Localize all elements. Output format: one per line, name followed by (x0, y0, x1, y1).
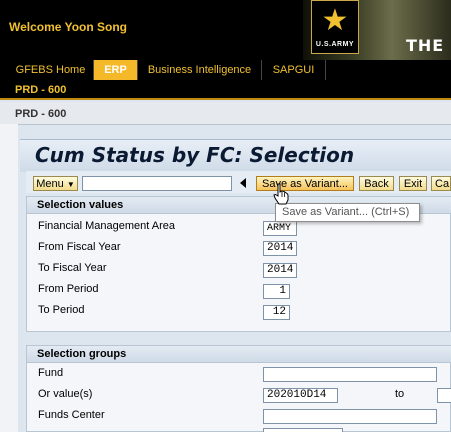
to-period-label: To Period (38, 304, 85, 316)
selection-groups-heading: Selection groups (27, 346, 451, 363)
cancel-button[interactable]: Ca (431, 176, 451, 191)
arrow-left-icon[interactable] (240, 178, 246, 188)
sub-nav (0, 80, 451, 100)
banner-text: THE (406, 36, 445, 55)
tab-sapgui[interactable]: SAPGUI (262, 60, 326, 80)
command-field[interactable] (82, 176, 232, 191)
back-button[interactable]: Back (359, 176, 394, 191)
or-values-label: Or value(s) (38, 388, 93, 400)
save-as-variant-button[interactable]: Save as Variant... (256, 176, 354, 191)
from-fiscal-year-input[interactable]: 2014 (263, 241, 297, 256)
from-fiscal-year-label: From Fiscal Year (38, 241, 121, 253)
page-strip-label: PRD - 600 (15, 108, 67, 120)
or-values-to-input[interactable] (437, 388, 451, 403)
to-fiscal-year-label: To Fiscal Year (38, 262, 107, 274)
or-values-input[interactable]: 202010D14 (263, 388, 338, 403)
welcome-text: Welcome Yoon Song (9, 20, 128, 34)
left-rail (0, 124, 18, 432)
fm-area-input[interactable]: ARMY (263, 221, 297, 236)
chevron-down-icon: ▼ (66, 180, 75, 189)
exit-button[interactable]: Exit (399, 176, 427, 191)
fund-input[interactable] (263, 367, 437, 382)
tooltip-text: Save as Variant... (Ctrl+S) (282, 206, 410, 218)
funds-center-label: Funds Center (38, 409, 105, 421)
to-period-input[interactable]: 12 (263, 305, 290, 320)
tab-erp[interactable]: ERP (94, 60, 138, 80)
menu-button[interactable]: Menu ▼ (33, 176, 78, 191)
page-title: Cum Status by FC: Selection (35, 143, 355, 167)
next-field-input[interactable] (263, 428, 343, 432)
tab-gfebs-home[interactable]: GFEBS Home (8, 60, 94, 80)
army-logo: ★ U.S.ARMY (311, 0, 359, 54)
army-logo-text: U.S.ARMY (315, 41, 355, 48)
tab-business-intelligence[interactable]: Business Intelligence (138, 60, 262, 80)
funds-center-input[interactable] (263, 409, 437, 424)
star-icon: ★ (321, 4, 349, 37)
from-period-label: From Period (38, 283, 99, 295)
from-period-input[interactable]: 1 (263, 284, 290, 299)
menu-button-label: Menu (36, 178, 64, 190)
to-label: to (395, 388, 405, 400)
page-strip (0, 102, 451, 125)
subnav-item-prd-600[interactable]: PRD - 600 (15, 84, 66, 96)
fund-label: Fund (38, 367, 64, 379)
to-fiscal-year-input[interactable]: 2014 (263, 263, 297, 278)
hand-cursor-icon (273, 183, 289, 205)
fm-area-label: Financial Management Area (38, 220, 175, 232)
